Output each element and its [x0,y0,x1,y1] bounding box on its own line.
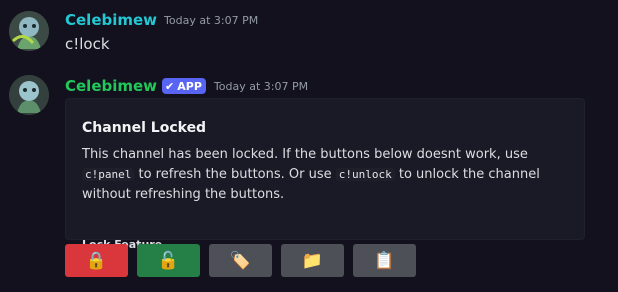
tag-icon: 🏷️ [229,250,252,271]
badge-label: APP [177,79,202,93]
folder-icon: 📁 [301,250,324,271]
message-content: c!lock [65,35,110,53]
message-header: Celebimew ✔ APP Today at 3:07 PM [65,75,308,97]
avatar[interactable] [9,75,49,115]
message-2: Celebimew ✔ APP Today at 3:07 PM Channel… [0,70,618,292]
unlock-icon: 🔓 [157,250,180,271]
checkmark-icon: ✔ [165,79,175,93]
embed: Channel Locked This channel has been loc… [65,98,585,251]
lock-button[interactable]: 🔒 [65,244,128,277]
inline-code: c!unlock [335,168,395,181]
username[interactable]: Celebimew [65,76,157,96]
username[interactable]: Celebimew [65,10,157,30]
message-header: Celebimew Today at 3:07 PM [65,9,258,31]
folder-button[interactable]: 📁 [281,244,344,277]
app-badge: ✔ APP [162,78,206,94]
timestamp[interactable]: Today at 3:07 PM [164,14,258,27]
unlock-button[interactable]: 🔓 [137,244,200,277]
message-1: Celebimew Today at 3:07 PM c!lock [0,0,618,70]
embed-title: Channel Locked [82,120,207,136]
embed-description: This channel has been locked. If the but… [82,145,577,205]
embed-desc-text: This channel has been locked. If the but… [82,147,528,162]
tag-button[interactable]: 🏷️ [209,244,272,277]
avatar[interactable] [9,11,49,51]
clipboard-button[interactable]: 📋 [353,244,416,277]
embed-desc-text: to refresh the buttons. Or use [134,167,336,182]
clipboard-icon: 📋 [373,250,396,271]
inline-code: c!panel [82,168,135,181]
button-row: 🔒 🔓 🏷️ 📁 📋 [65,244,416,277]
timestamp[interactable]: Today at 3:07 PM [214,80,308,93]
lock-icon: 🔒 [85,250,108,271]
